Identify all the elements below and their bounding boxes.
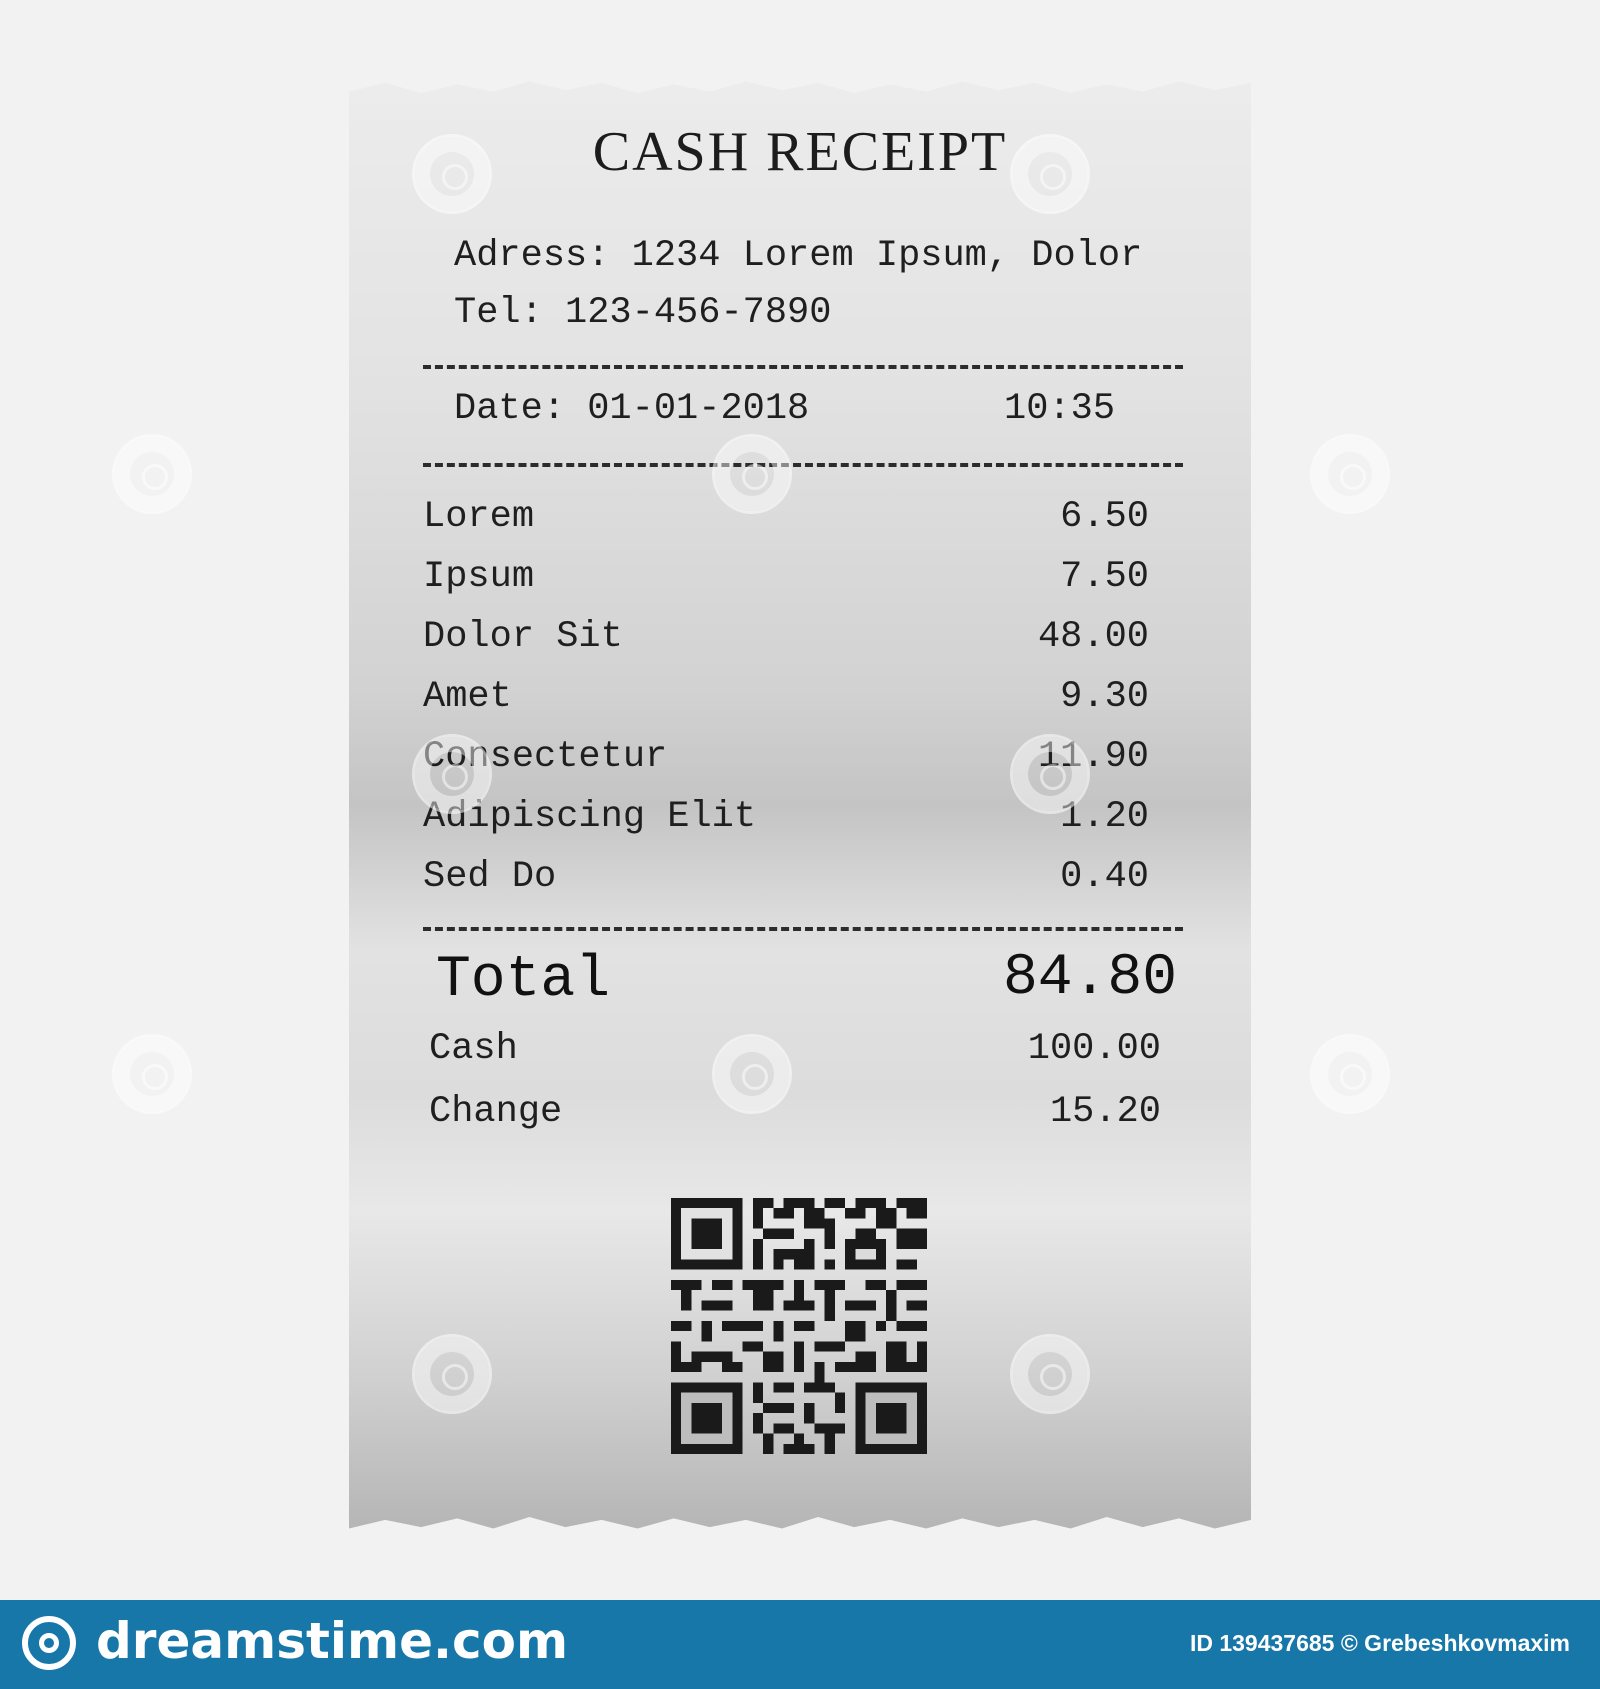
list-item: Sed Do 0.40 (423, 850, 1149, 910)
item-name: Lorem (423, 496, 535, 538)
receipt-time: 10:35 (1004, 388, 1116, 430)
list-item: Dolor Sit 48.00 (423, 610, 1149, 670)
item-name: Amet (423, 676, 512, 718)
watermark-spiral-icon (112, 1034, 192, 1114)
item-price: 0.40 (1060, 856, 1149, 898)
cash-value: 100.00 (1027, 1028, 1161, 1070)
telephone-line: Tel: 123-456-7890 (454, 292, 832, 334)
dashed-divider (423, 463, 1183, 467)
dashed-divider (423, 927, 1183, 931)
watermark-spiral-icon (412, 734, 492, 814)
line-items: Lorem 6.50 Ipsum 7.50 Dolor Sit 48.00 Am… (423, 490, 1149, 910)
dreamstime-spiral-icon (22, 1616, 76, 1670)
change-label: Change (429, 1091, 563, 1133)
watermark-spiral-icon (1310, 1034, 1390, 1114)
receipt: CASH RECEIPT Adress: 1234 Lorem Ipsum, D… (349, 81, 1251, 1529)
watermark-spiral-icon (1310, 434, 1390, 514)
watermark-spiral-icon (412, 134, 492, 214)
list-item: Amet 9.30 (423, 670, 1149, 730)
watermark-spiral-icon (112, 434, 192, 514)
qr-code-icon (671, 1198, 927, 1454)
footer-credit: ID 139437685 © Grebeshkovmaxim (1189, 1630, 1570, 1656)
receipt-date: Date: 01-01-2018 (454, 388, 810, 430)
item-price: 6.50 (1060, 496, 1149, 538)
item-name: Ipsum (423, 556, 535, 598)
watermark-spiral-icon (1010, 134, 1090, 214)
total-label: Total (436, 948, 611, 1013)
address-line: Adress: 1234 Lorem Ipsum, Dolor (454, 235, 1143, 277)
footer-bar: dreamstime.com ID 139437685 © Grebeshkov… (0, 1600, 1600, 1689)
list-item: Lorem 6.50 (423, 490, 1149, 550)
footer-logo-text[interactable]: dreamstime.com (96, 1612, 568, 1670)
list-item: Ipsum 7.50 (423, 550, 1149, 610)
item-name: Dolor Sit (423, 616, 623, 658)
watermark-spiral-icon (412, 1334, 492, 1414)
watermark-spiral-icon (712, 1034, 792, 1114)
change-value: 15.20 (1049, 1091, 1161, 1133)
watermark-spiral-icon (1010, 734, 1090, 814)
item-name: Sed Do (423, 856, 557, 898)
cash-label: Cash (429, 1028, 518, 1070)
dashed-divider (423, 365, 1183, 369)
watermark-spiral-icon (712, 434, 792, 514)
item-price: 7.50 (1060, 556, 1149, 598)
item-price: 9.30 (1060, 676, 1149, 718)
watermark-spiral-icon (1010, 1334, 1090, 1414)
item-price: 48.00 (1037, 616, 1149, 658)
total-value: 84.80 (1002, 946, 1177, 1011)
